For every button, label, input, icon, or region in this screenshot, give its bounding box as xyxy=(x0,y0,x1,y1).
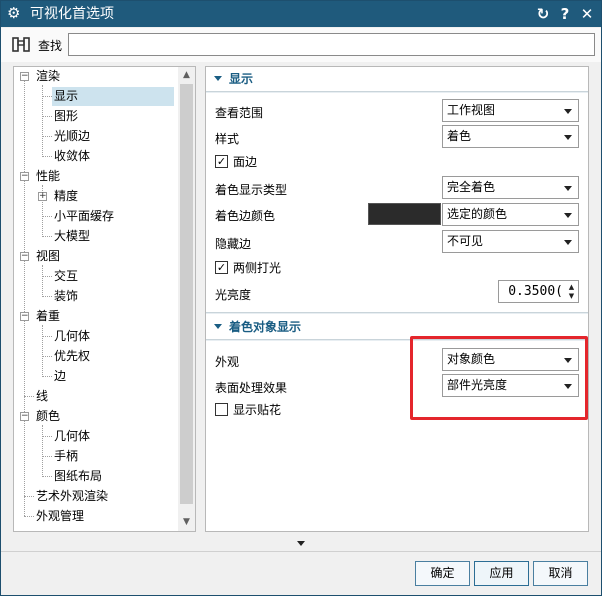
dropdown-arrow-icon xyxy=(564,213,572,218)
title-bar: ⚙ 可视化首选项 ↻ ? ✕ xyxy=(1,1,601,27)
shaded-display-type-dropdown[interactable]: 完全着色 xyxy=(442,176,579,199)
tree-item-precision[interactable]: 精度 xyxy=(54,187,78,206)
tree-scrollbar[interactable]: ▲ ▼ xyxy=(178,67,195,531)
spin-down-icon[interactable]: ▼ xyxy=(567,292,576,301)
scroll-down-icon[interactable]: ▼ xyxy=(178,514,195,531)
search-input[interactable] xyxy=(68,33,595,56)
shaded-edge-color-swatch[interactable] xyxy=(368,203,441,225)
hidden-edges-dropdown[interactable]: 不可见 xyxy=(442,230,579,253)
spin-up-icon[interactable]: ▲ xyxy=(567,283,576,292)
preferences-window: ⚙ 可视化首选项 ↻ ? ✕ 查找 − 渲染 显示 图形 光顺边 收敛体 − 性… xyxy=(0,0,602,596)
tree-item-priority[interactable]: 优先权 xyxy=(54,347,90,366)
collapse-caret-icon[interactable] xyxy=(214,324,222,329)
tree-item-convergent-body[interactable]: 收敛体 xyxy=(54,147,90,166)
collapse-icon[interactable]: − xyxy=(20,252,29,261)
tree-item-performance[interactable]: 性能 xyxy=(36,167,60,186)
display-section-header[interactable]: 显示 xyxy=(206,68,588,90)
dropdown-arrow-icon xyxy=(564,240,572,245)
scroll-up-icon[interactable]: ▲ xyxy=(178,67,195,84)
highlight-annotation-box xyxy=(410,336,588,420)
dropdown-arrow-icon xyxy=(564,109,572,114)
style-label: 样式 xyxy=(215,132,240,146)
dropdown-arrow-icon xyxy=(564,135,572,140)
style-dropdown[interactable]: 着色 xyxy=(442,125,579,148)
collapse-caret-icon[interactable] xyxy=(214,76,222,81)
tree-item-color-geometry[interactable]: 几何体 xyxy=(54,427,90,446)
tree-item-smooth-edges[interactable]: 光顺边 xyxy=(54,127,90,146)
ok-button[interactable]: 确定 xyxy=(415,561,470,586)
dropdown-arrow-icon xyxy=(564,186,572,191)
tree-item-appearance-management[interactable]: 外观管理 xyxy=(36,507,84,526)
close-icon[interactable]: ✕ xyxy=(578,4,596,24)
shaded-edge-color-dropdown[interactable]: 选定的颜色 xyxy=(442,203,579,226)
appearance-label: 外观 xyxy=(215,355,240,369)
brightness-input[interactable] xyxy=(501,283,563,300)
tree-item-drawing-layout[interactable]: 图纸布局 xyxy=(54,467,102,486)
collapse-icon[interactable]: − xyxy=(20,412,29,421)
tree-item-decoration[interactable]: 装饰 xyxy=(54,287,78,306)
search-label: 查找 xyxy=(38,39,63,53)
settings-panel: 显示 查看范围 工作视图 样式 着色 ✓ 面边 着色显示类型 完全着色 着色边颜… xyxy=(205,66,589,532)
tree-item-display[interactable]: 显示 xyxy=(52,87,174,106)
two-side-light-checkbox[interactable]: ✓ xyxy=(215,261,228,274)
binoculars-icon xyxy=(12,37,30,52)
shaded-display-type-label: 着色显示类型 xyxy=(215,183,288,197)
collapse-icon[interactable]: − xyxy=(20,172,29,181)
show-decal-label: 显示贴花 xyxy=(233,403,282,417)
preferences-tree: − 渲染 显示 图形 光顺边 收敛体 − 性能 + 精度 小平面缓存 大模型 −… xyxy=(13,66,196,532)
brightness-label: 光亮度 xyxy=(215,288,252,302)
tree-item-color[interactable]: 颜色 xyxy=(36,407,60,426)
shaded-object-section-header[interactable]: 着色对象显示 xyxy=(206,316,588,338)
search-bar: 查找 xyxy=(1,28,601,62)
collapse-icon[interactable]: − xyxy=(20,72,29,81)
tree-item-render[interactable]: 渲染 xyxy=(36,67,60,86)
expand-icon[interactable]: + xyxy=(38,192,47,201)
tree-item-interaction[interactable]: 交互 xyxy=(54,267,78,286)
hidden-edges-label: 隐藏边 xyxy=(215,237,252,251)
face-edges-checkbox[interactable]: ✓ xyxy=(215,155,228,168)
apply-button[interactable]: 应用 xyxy=(474,561,529,586)
view-scope-label: 查看范围 xyxy=(215,106,264,120)
tree-item-graphics[interactable]: 图形 xyxy=(54,107,78,126)
expand-more-icon[interactable] xyxy=(297,541,305,546)
cancel-button[interactable]: 取消 xyxy=(533,561,588,586)
footer-divider xyxy=(1,551,601,552)
view-scope-dropdown[interactable]: 工作视图 xyxy=(442,99,579,122)
show-decal-checkbox[interactable] xyxy=(215,403,228,416)
tree-item-geometry[interactable]: 几何体 xyxy=(54,327,90,346)
collapse-icon[interactable]: − xyxy=(20,312,29,321)
reset-icon[interactable]: ↻ xyxy=(534,4,552,24)
tree-item-facet-cache[interactable]: 小平面缓存 xyxy=(54,207,114,226)
help-icon[interactable]: ? xyxy=(556,4,574,24)
tree-item-edges[interactable]: 边 xyxy=(54,367,66,386)
surface-effect-label: 表面处理效果 xyxy=(215,381,288,395)
shaded-edge-color-label: 着色边颜色 xyxy=(215,209,276,223)
brightness-spinner[interactable]: ▲ ▼ xyxy=(498,280,579,303)
gear-icon: ⚙ xyxy=(7,4,21,22)
tree-item-line[interactable]: 线 xyxy=(36,387,48,406)
two-side-light-label: 两侧打光 xyxy=(233,261,282,275)
display-section: 显示 查看范围 工作视图 样式 着色 ✓ 面边 着色显示类型 完全着色 着色边颜… xyxy=(206,67,588,317)
scroll-thumb[interactable] xyxy=(180,84,193,504)
tree-item-emphasis[interactable]: 着重 xyxy=(36,307,60,326)
tree-item-view[interactable]: 视图 xyxy=(36,247,60,266)
tree-item-artistic-render[interactable]: 艺术外观渲染 xyxy=(36,487,108,506)
tree-item-large-model[interactable]: 大模型 xyxy=(54,227,90,246)
tree-item-handles[interactable]: 手柄 xyxy=(54,447,78,466)
face-edges-label: 面边 xyxy=(233,155,258,169)
window-title: 可视化首选项 xyxy=(30,6,114,22)
